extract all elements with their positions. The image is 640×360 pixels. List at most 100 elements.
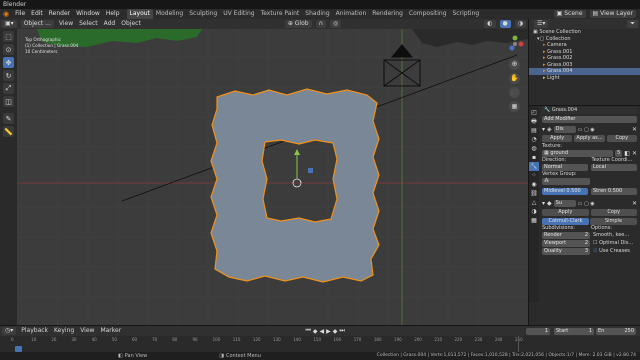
next-keyframe-button[interactable]: ◆ (332, 328, 339, 335)
cursor-tool-button[interactable]: ⬚ (3, 31, 14, 42)
midlevel-field[interactable]: Midlevel 0.500 (542, 188, 588, 195)
smooth-uv-option[interactable]: Smooth, kee... (593, 232, 637, 239)
tab-modeling[interactable]: Modeling (153, 9, 186, 19)
tab-physics-icon[interactable]: ◉ (529, 180, 539, 189)
unlink-icon[interactable]: ✕ (632, 150, 637, 157)
navigation-gizmo[interactable] (506, 35, 524, 53)
shading-material-button[interactable]: ◑ (514, 20, 526, 28)
prev-keyframe-button[interactable]: ◆ (312, 328, 319, 335)
expand-arrow-icon[interactable]: ▾ (542, 200, 545, 207)
catmull-clark-button[interactable]: Catmull-Clark (542, 218, 589, 225)
use-creases-checkbox[interactable]: ☑ Use Creases (593, 248, 637, 255)
camera-view-button[interactable]: 🎥 (509, 87, 520, 98)
transform-tool-button[interactable]: ◫ (3, 96, 14, 107)
editor-type-selector[interactable]: ▣▾ (2, 20, 17, 28)
blender-logo-icon[interactable]: ◉ (0, 9, 12, 19)
play-reverse-button[interactable]: ◀ (318, 328, 325, 335)
annotate-tool-button[interactable]: ✎ (3, 113, 14, 124)
outliner-item-light[interactable]: ▸ Light (529, 75, 640, 82)
overlay-toggle[interactable]: ◐ (484, 20, 496, 28)
menu-window[interactable]: Window (73, 9, 103, 19)
tab-world-icon[interactable]: ◍ (529, 144, 539, 153)
playback-menu[interactable]: Playback (18, 326, 51, 336)
tab-scene-icon[interactable]: ◔ (529, 135, 539, 144)
tab-particles-icon[interactable]: ⁘ (529, 171, 539, 180)
3d-viewport[interactable]: Top Orthographic (1) Collection | Grass.… (17, 29, 528, 325)
subsurf-copy-button[interactable]: Copy (590, 209, 637, 216)
outliner-editor-selector[interactable]: ☰▾ (534, 20, 549, 28)
tab-view-layer-icon[interactable]: ▤ (529, 126, 539, 135)
menu-file[interactable]: File (12, 9, 28, 19)
perspective-toggle-button[interactable]: ▦ (509, 101, 520, 112)
zoom-button[interactable]: ⊕ (509, 59, 520, 70)
snap-toggle[interactable]: ∩ (315, 20, 326, 28)
current-frame-field[interactable]: 1 (526, 327, 550, 335)
texture-selector[interactable]: ▦ ground (542, 150, 614, 157)
tab-sculpting[interactable]: Sculpting (186, 9, 220, 19)
shading-solid-button[interactable]: ● (499, 20, 511, 28)
keying-menu[interactable]: Keying (51, 326, 77, 336)
tab-output-icon[interactable]: 🖶 (529, 117, 539, 126)
tab-modifier-icon[interactable]: 🔧 (529, 162, 539, 171)
select-menu[interactable]: Select (76, 19, 101, 29)
play-button[interactable]: ▶ (325, 328, 332, 335)
viewport-canvas[interactable] (17, 29, 528, 325)
fake-user-icon[interactable]: ◧ (624, 150, 630, 157)
tab-texture-paint[interactable]: Texture Paint (258, 9, 303, 19)
tab-scripting[interactable]: Scripting (450, 9, 483, 19)
displace-apply-as-button[interactable]: Apply as... (574, 135, 605, 142)
visibility-icons[interactable]: ▭ ▢ ◉ (578, 201, 595, 207)
mode-selector[interactable]: Object ... (20, 20, 54, 28)
close-icon[interactable]: ✕ (632, 126, 637, 133)
proportional-edit-toggle[interactable]: ◎ (329, 20, 342, 28)
tab-texture-icon[interactable]: ▦ (529, 216, 539, 225)
scene-selector[interactable]: ▣ Scene (553, 10, 586, 18)
tab-uv-editing[interactable]: UV Editing (220, 9, 257, 19)
expand-arrow-icon[interactable]: ▾ (542, 126, 545, 133)
jump-start-button[interactable]: ⏮ (304, 327, 311, 335)
object-menu[interactable]: Object (118, 19, 144, 29)
quality-field[interactable]: Quality 3 (542, 248, 590, 255)
direction-dropdown[interactable]: Normal (542, 164, 588, 171)
displace-copy-button[interactable]: Copy (606, 135, 637, 142)
tab-constraints-icon[interactable]: ⛓ (529, 189, 539, 198)
tab-data-icon[interactable]: △ (529, 198, 539, 207)
timeline-editor-selector[interactable]: ◷▾ (2, 327, 17, 335)
3d-cursor-button[interactable]: ⊙ (3, 44, 14, 55)
tab-object-icon[interactable]: ▪ (529, 153, 539, 162)
subsurf-name-field[interactable]: Su (553, 200, 576, 207)
rotate-tool-button[interactable]: ↻ (3, 70, 14, 81)
jump-end-button[interactable]: ⏭ (338, 327, 345, 335)
visibility-icons[interactable]: ▭ ▢ ◉ (578, 127, 595, 133)
tab-shading[interactable]: Shading (302, 9, 332, 19)
outliner-filter-button[interactable]: ⏷ (627, 20, 638, 28)
tab-rendering[interactable]: Rendering (369, 9, 406, 19)
tab-compositing[interactable]: Compositing (406, 9, 450, 19)
strength-field[interactable]: Stren 0.500 (591, 188, 637, 195)
menu-help[interactable]: Help (103, 9, 123, 19)
tab-animation[interactable]: Animation (333, 9, 370, 19)
render-levels-field[interactable]: Render 2 (542, 232, 590, 239)
tab-material-icon[interactable]: ◑ (529, 207, 539, 216)
start-frame-field[interactable]: Start 1 (554, 327, 594, 335)
timeline-ruler[interactable]: 0 10 20 30 40 50 60 70 80 90 100 110 120 130 140 150 160… (0, 336, 640, 352)
viewport-levels-field[interactable]: Viewport 2 (542, 240, 590, 247)
optimal-display-checkbox[interactable]: ☐ Optimal Dis... (593, 240, 637, 247)
displace-name-field[interactable]: Dis (553, 126, 576, 133)
subsurf-apply-button[interactable]: Apply (542, 209, 589, 216)
menu-render[interactable]: Render (46, 9, 73, 19)
tab-layout[interactable]: Layout (126, 9, 153, 19)
view-layer-selector[interactable]: ▤ View Layer (589, 10, 636, 18)
tab-render-icon[interactable]: ◰ (529, 108, 539, 117)
timeline-view-menu[interactable]: View (77, 326, 97, 336)
coordinates-dropdown[interactable]: Local (591, 164, 637, 171)
simple-button[interactable]: Simple (590, 218, 637, 225)
marker-menu[interactable]: Marker (97, 326, 124, 336)
view-menu[interactable]: View (56, 19, 76, 29)
scale-tool-button[interactable]: ⤢ (3, 83, 14, 94)
close-icon[interactable]: ✕ (632, 200, 637, 207)
menu-edit[interactable]: Edit (28, 9, 46, 19)
move-tool-button[interactable]: ✥ (3, 57, 14, 68)
texture-users-count[interactable]: 5 (615, 150, 623, 157)
end-frame-field[interactable]: En 250 (596, 327, 636, 335)
